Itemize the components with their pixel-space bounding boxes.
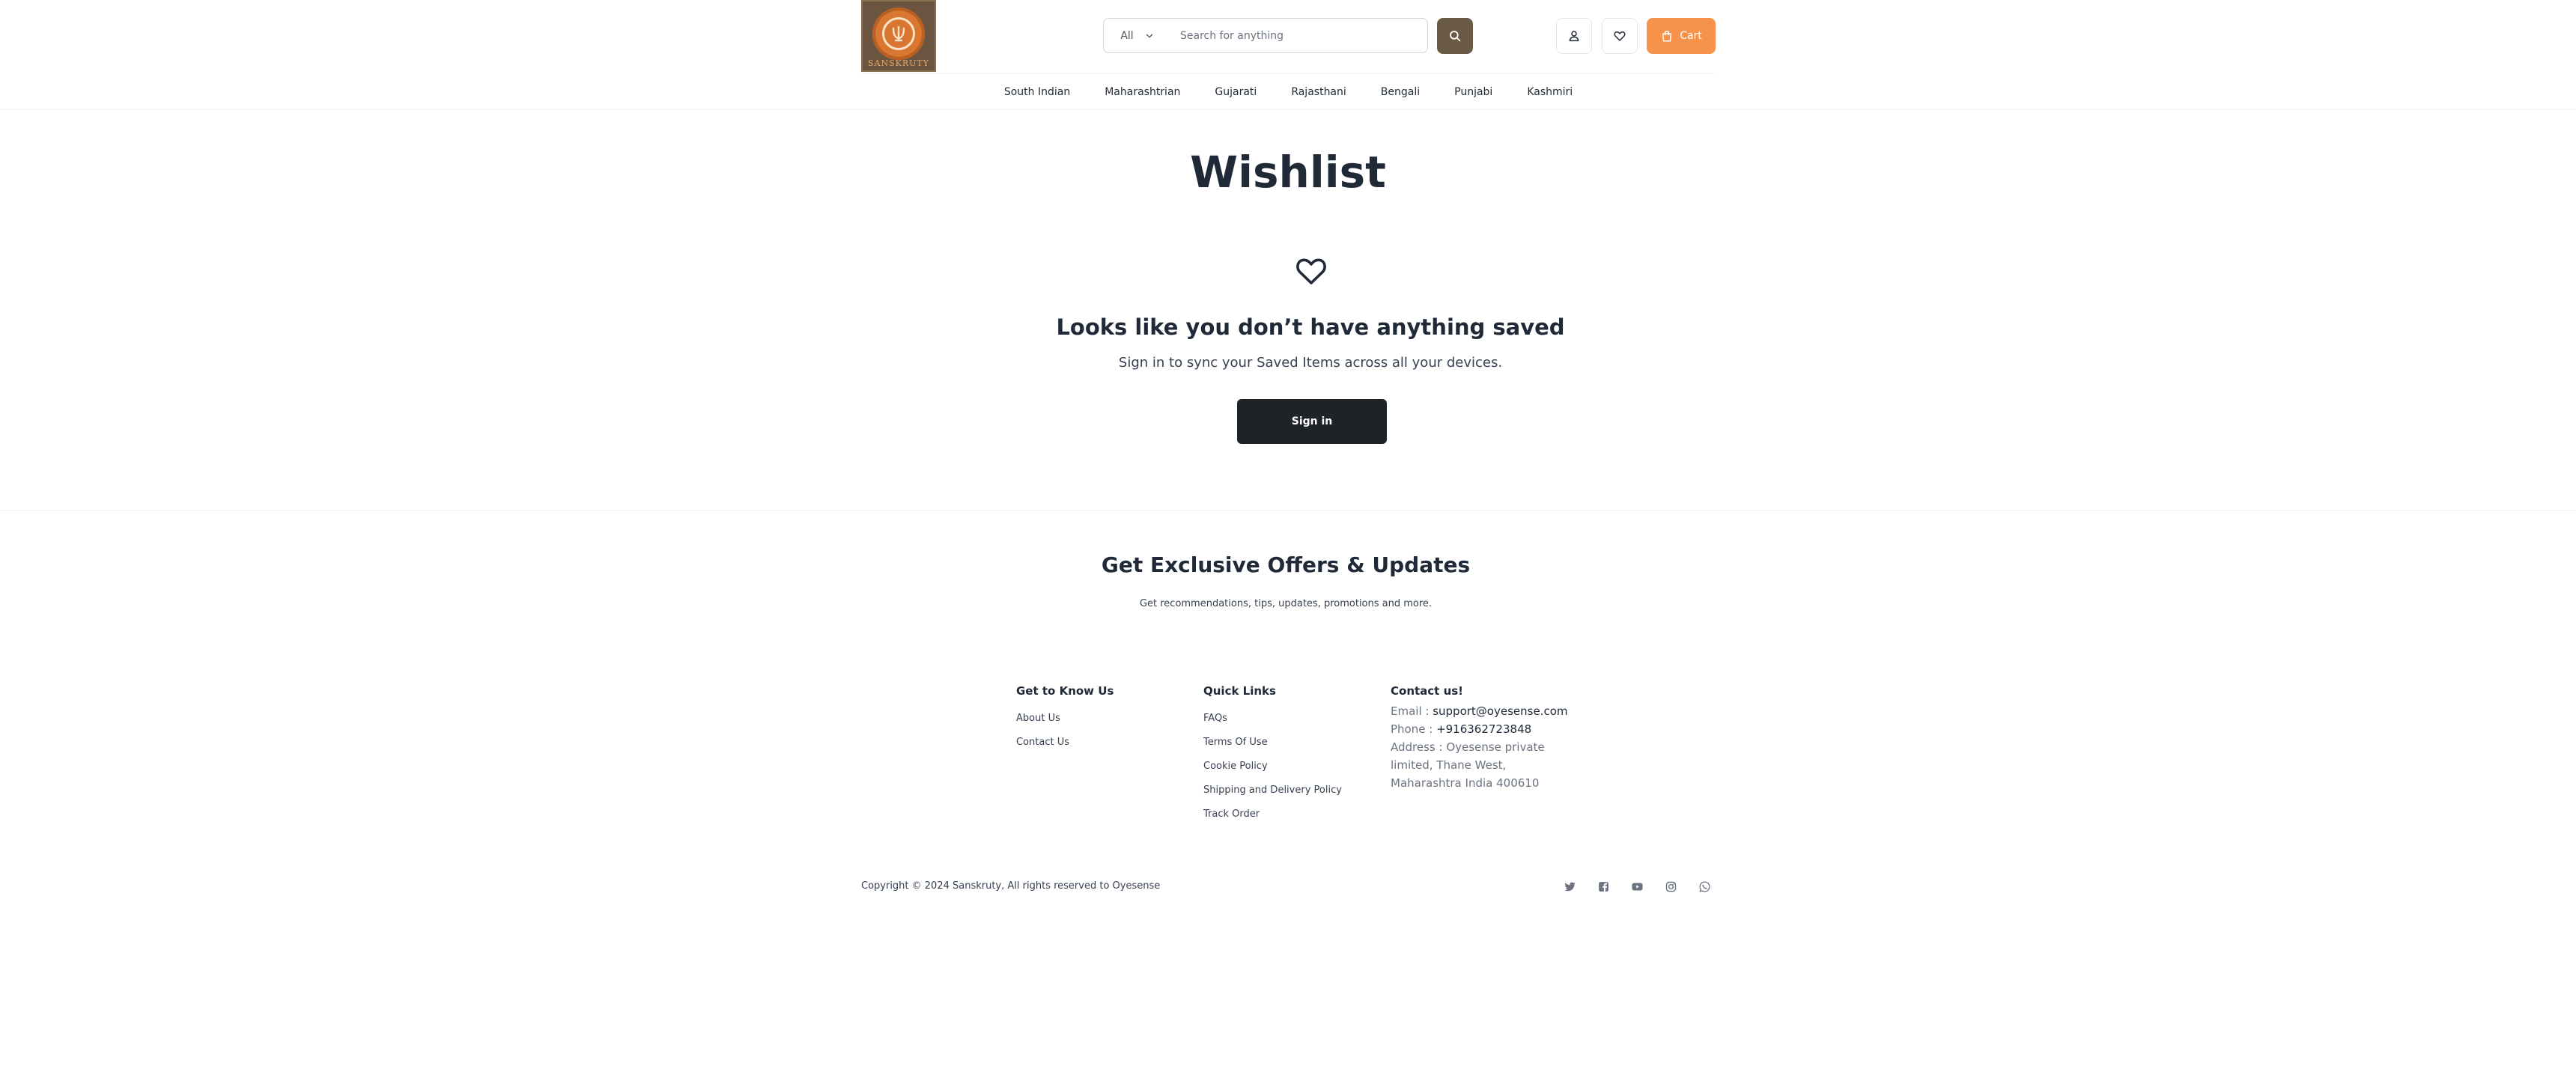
- footer-heading: Get to Know Us: [1016, 684, 1114, 698]
- nav-item-rajasthani[interactable]: Rajasthani: [1274, 86, 1363, 98]
- contact-phone: Phone : +916362723848: [1391, 720, 1568, 738]
- empty-state-heading: Looks like you don’t have anything saved: [1056, 314, 1565, 340]
- sign-in-button[interactable]: Sign in: [1237, 399, 1387, 444]
- twitter-icon[interactable]: [1563, 880, 1576, 893]
- logo-text: SANSKRUTY: [867, 58, 929, 68]
- footer-link-contact-us[interactable]: Contact Us: [1016, 737, 1114, 748]
- footer-link-about-us[interactable]: About Us: [1016, 713, 1114, 724]
- contact-address-line: limited, Thane West,: [1391, 758, 1507, 772]
- facebook-icon[interactable]: [1597, 880, 1610, 893]
- footer-link-terms[interactable]: Terms Of Use: [1203, 737, 1342, 748]
- site-logo[interactable]: SANSKRUTY: [861, 0, 936, 72]
- newsletter-title: Get Exclusive Offers & Updates: [1101, 552, 1471, 577]
- logo-emblem-icon: [872, 7, 925, 60]
- nav-item-gujarati[interactable]: Gujarati: [1197, 86, 1274, 98]
- contact-phone-label: Phone :: [1391, 722, 1437, 736]
- contact-phone-value[interactable]: +916362723848: [1436, 722, 1531, 736]
- category-nav: South Indian Maharashtrian Gujarati Raja…: [861, 73, 1716, 109]
- footer-link-shipping-policy[interactable]: Shipping and Delivery Policy: [1203, 785, 1342, 796]
- contact-email-value[interactable]: support@oyesense.com: [1433, 704, 1567, 718]
- nav-item-bengali[interactable]: Bengali: [1364, 86, 1437, 98]
- search-button[interactable]: [1437, 18, 1473, 54]
- youtube-icon[interactable]: [1630, 880, 1644, 893]
- empty-state-subtext: Sign in to sync your Saved Items across …: [1118, 355, 1503, 371]
- instagram-icon[interactable]: [1664, 880, 1677, 893]
- account-button[interactable]: [1556, 18, 1592, 54]
- cart-label: Cart: [1680, 30, 1702, 42]
- chevron-down-icon: [1146, 34, 1152, 37]
- page-title: Wishlist: [1190, 147, 1386, 198]
- shopping-bag-icon: [1662, 30, 1672, 42]
- footer-link-faqs[interactable]: FAQs: [1203, 713, 1342, 724]
- nav-divider: [0, 109, 2576, 110]
- whatsapp-icon[interactable]: [1698, 880, 1711, 893]
- search-input[interactable]: [1171, 19, 1427, 52]
- footer-link-cookie-policy[interactable]: Cookie Policy: [1203, 761, 1342, 772]
- footer-link-track-order[interactable]: Track Order: [1203, 808, 1342, 820]
- search-icon: [1450, 31, 1461, 42]
- cart-button[interactable]: Cart: [1647, 18, 1716, 54]
- heart-icon: [1614, 31, 1626, 41]
- search-category-label: All: [1120, 29, 1134, 42]
- site-header: SANSKRUTY All Cart: [0, 0, 2576, 73]
- contact-address-line: Maharashtra India 400610: [1391, 776, 1540, 790]
- footer-know-us: Get to Know Us About Us Contact Us: [1016, 684, 1114, 761]
- nav-item-south-indian[interactable]: South Indian: [987, 86, 1087, 98]
- footer-quick-links: Quick Links FAQs Terms Of Use Cookie Pol…: [1203, 684, 1342, 832]
- heart-icon: [1296, 258, 1326, 284]
- newsletter-subtitle: Get recommendations, tips, updates, prom…: [1139, 598, 1433, 609]
- nav-item-punjabi[interactable]: Punjabi: [1437, 86, 1510, 98]
- nav-item-maharashtrian[interactable]: Maharashtrian: [1087, 86, 1197, 98]
- copyright-text: Copyright © 2024 Sanskruty, All rights r…: [861, 880, 1161, 892]
- footer-contact: Contact us! Email : support@oyesense.com…: [1391, 684, 1568, 792]
- footer-heading: Quick Links: [1203, 684, 1276, 698]
- contact-address-line: Address : Oyesense private: [1391, 740, 1545, 754]
- wishlist-button[interactable]: [1602, 18, 1638, 54]
- nav-item-kashmiri[interactable]: Kashmiri: [1510, 86, 1590, 98]
- search-category-select[interactable]: All: [1104, 19, 1171, 52]
- user-icon: [1569, 31, 1579, 42]
- search-bar: All: [1103, 18, 1428, 53]
- section-divider: [0, 510, 2576, 511]
- contact-email-label: Email :: [1391, 704, 1433, 718]
- contact-email: Email : support@oyesense.com: [1391, 702, 1568, 720]
- footer-heading: Contact us!: [1391, 684, 1464, 698]
- social-links: [1563, 880, 1711, 893]
